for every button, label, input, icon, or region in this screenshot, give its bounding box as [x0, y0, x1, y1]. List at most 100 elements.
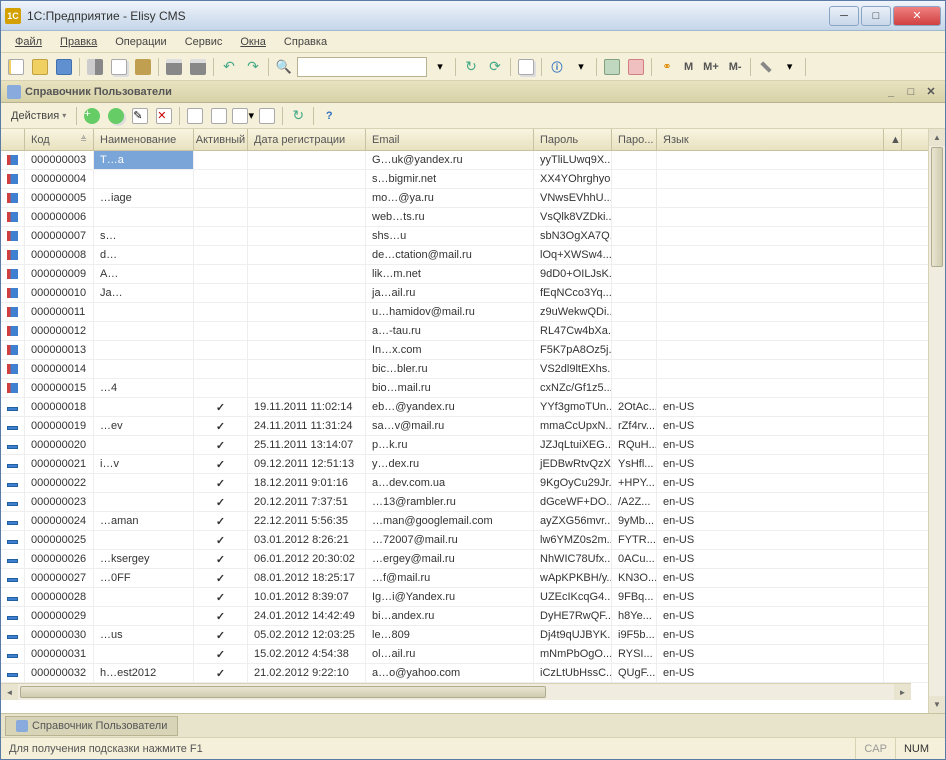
settings-button[interactable]	[755, 56, 777, 78]
table-row[interactable]: 000000018✓19.11.2011 11:02:14eb…@yandex.…	[1, 398, 928, 417]
table-row[interactable]: 000000011u…hamidov@mail.ruz9uWekwQDi...	[1, 303, 928, 322]
horizontal-scrollbar[interactable]: ◄ ►	[1, 683, 911, 700]
col-indicator[interactable]	[1, 129, 25, 150]
cell-pass2	[612, 284, 657, 302]
col-name[interactable]: Наименование	[94, 129, 194, 150]
menu-edit[interactable]: Правка	[52, 34, 105, 50]
print-preview-button[interactable]	[187, 56, 209, 78]
table-row[interactable]: 000000015…4bio…mail.rucxNZc/Gf1z5...	[1, 379, 928, 398]
memory-mminus[interactable]: M-	[725, 61, 746, 73]
save-button[interactable]	[53, 56, 75, 78]
add-copy-button[interactable]	[105, 105, 127, 127]
calendar-button[interactable]	[625, 56, 647, 78]
table-row[interactable]: 000000014bic…bler.ruVS2dl9ltEXhs...	[1, 360, 928, 379]
col-date[interactable]: Дата регистрации	[248, 129, 366, 150]
undo-button[interactable]: ↶	[218, 56, 240, 78]
vscroll-thumb[interactable]	[931, 147, 943, 267]
table-row[interactable]: 000000031✓15.02.2012 4:54:38ol…ail.rumNm…	[1, 645, 928, 664]
table-row[interactable]: 000000027…0FF✓08.01.2012 18:25:17…f@mail…	[1, 569, 928, 588]
menu-windows[interactable]: Окна	[232, 34, 274, 50]
table-row[interactable]: 000000008d…de…ctation@mail.rulOq+XWSw4..…	[1, 246, 928, 265]
clear-filter-button[interactable]	[256, 105, 278, 127]
table-row[interactable]: 000000020✓25.11.2011 13:14:07p…k.ruJZJqL…	[1, 436, 928, 455]
table-row[interactable]: 000000028✓10.01.2012 8:39:07Ig…i@Yandex.…	[1, 588, 928, 607]
redo-button[interactable]: ↷	[242, 56, 264, 78]
table-row[interactable]: 000000005…iagemo…@ya.ruVNwsEVhhU...	[1, 189, 928, 208]
add-button[interactable]: +	[81, 105, 103, 127]
maximize-button[interactable]: □	[861, 6, 891, 26]
new-button[interactable]	[5, 56, 27, 78]
table-row[interactable]: 000000030…us✓05.02.2012 12:03:25le…809Dj…	[1, 626, 928, 645]
paste-button[interactable]	[132, 56, 154, 78]
col-active[interactable]: Активный	[194, 129, 248, 150]
cut-button[interactable]	[84, 56, 106, 78]
hscroll-left[interactable]: ◄	[1, 684, 18, 700]
vscroll-down[interactable]: ▼	[929, 696, 945, 713]
app-icon: 1C	[5, 8, 21, 24]
vscroll-up[interactable]: ▲	[929, 129, 945, 146]
menu-service[interactable]: Сервис	[177, 34, 231, 50]
panel-maximize[interactable]: □	[903, 85, 919, 99]
table-row[interactable]: 000000004s…bigmir.netXX4YOhrghyo...	[1, 170, 928, 189]
hierarchy-button[interactable]	[184, 105, 206, 127]
edit-button[interactable]: ✎	[129, 105, 151, 127]
table-row[interactable]: 000000019…ev✓24.11.2011 11:31:24sa…v@mai…	[1, 417, 928, 436]
print-button[interactable]	[163, 56, 185, 78]
help-button[interactable]: ?	[318, 105, 340, 127]
close-button[interactable]: ✕	[893, 6, 941, 26]
titlebar[interactable]: 1C 1С:Предприятие - Elisy CMS ─ □ ✕	[1, 1, 945, 31]
table-row[interactable]: 000000006web…ts.ruVsQlk8VZDki...	[1, 208, 928, 227]
table-row[interactable]: 000000013In…x.comF5K7pA8Oz5j...	[1, 341, 928, 360]
table-row[interactable]: 000000003T…aG…uk@yandex.ruyyTliLUwq9X...	[1, 151, 928, 170]
zoom-button[interactable]: 🔍	[273, 56, 295, 78]
panel-minimize[interactable]: _	[883, 85, 899, 99]
copy-button[interactable]	[108, 56, 130, 78]
nav-icon[interactable]: ⟳	[484, 56, 506, 78]
move-button[interactable]	[208, 105, 230, 127]
table-row[interactable]: 000000021i…v✓09.12.2011 12:51:13y…dex.ru…	[1, 455, 928, 474]
filter-button[interactable]: ▾	[232, 105, 254, 127]
link-button[interactable]: ⚭	[656, 56, 678, 78]
memory-m[interactable]: M	[680, 61, 697, 73]
table-row[interactable]: 000000007s…shs…usbN3OgXA7Q...	[1, 227, 928, 246]
memory-mplus[interactable]: M+	[699, 61, 723, 73]
col-email[interactable]: Email	[366, 129, 534, 150]
hscroll-right[interactable]: ►	[894, 684, 911, 700]
table-row[interactable]: 000000022✓18.12.2011 9:01:16a…dev.com.ua…	[1, 474, 928, 493]
table-row[interactable]: 000000032h…est2012✓21.02.2012 9:22:10a…o…	[1, 664, 928, 683]
table-row[interactable]: 000000023✓20.12.2011 7:37:51…13@rambler.…	[1, 493, 928, 512]
minimize-button[interactable]: ─	[829, 6, 859, 26]
table-row[interactable]: 000000009A…lik…m.net9dD0+OILJsK...	[1, 265, 928, 284]
table-row[interactable]: 000000012a…-tau.ruRL47Cw4bXa...	[1, 322, 928, 341]
refresh-icon[interactable]: ↻	[460, 56, 482, 78]
tab-users[interactable]: Справочник Пользователи	[5, 716, 178, 736]
col-code[interactable]: Код≜	[25, 129, 94, 150]
table-body[interactable]: 000000003T…aG…uk@yandex.ruyyTliLUwq9X...…	[1, 151, 928, 683]
panel-close[interactable]: ✕	[923, 85, 939, 99]
col-pass2[interactable]: Паро...	[612, 129, 657, 150]
search-input[interactable]	[297, 57, 427, 77]
col-pass[interactable]: Пароль	[534, 129, 612, 150]
calc-button[interactable]	[601, 56, 623, 78]
refresh-list-button[interactable]: ↻	[287, 105, 309, 127]
info-button[interactable]: ⓘ	[546, 56, 568, 78]
table-row[interactable]: 000000026…ksergey✓06.01.2012 20:30:02…er…	[1, 550, 928, 569]
table-row[interactable]: 000000025✓03.01.2012 8:26:21…72007@mail.…	[1, 531, 928, 550]
col-lang[interactable]: Язык	[657, 129, 884, 150]
table-row[interactable]: 000000010Ja…ja…ail.rufEqNCco3Yq...	[1, 284, 928, 303]
settings-dropdown[interactable]: ▾	[779, 56, 801, 78]
table-row[interactable]: 000000024…aman✓22.12.2011 5:56:35…man@go…	[1, 512, 928, 531]
menu-file[interactable]: Файл	[7, 34, 50, 50]
vertical-scrollbar[interactable]: ▲ ▼	[928, 129, 945, 713]
actions-menu[interactable]: Действия▾	[5, 108, 72, 124]
info-dropdown[interactable]: ▾	[570, 56, 592, 78]
hscroll-thumb[interactable]	[20, 686, 546, 698]
open-button[interactable]	[29, 56, 51, 78]
delete-button[interactable]: ✕	[153, 105, 175, 127]
table-row[interactable]: 000000029✓24.01.2012 14:42:49bi…andex.ru…	[1, 607, 928, 626]
search-dropdown[interactable]: ▾	[429, 56, 451, 78]
copy-ref-button[interactable]	[515, 56, 537, 78]
menu-operations[interactable]: Операции	[107, 34, 174, 50]
menu-help[interactable]: Справка	[276, 34, 335, 50]
cell-pass: JZJqLtuiXEG...	[534, 436, 612, 454]
